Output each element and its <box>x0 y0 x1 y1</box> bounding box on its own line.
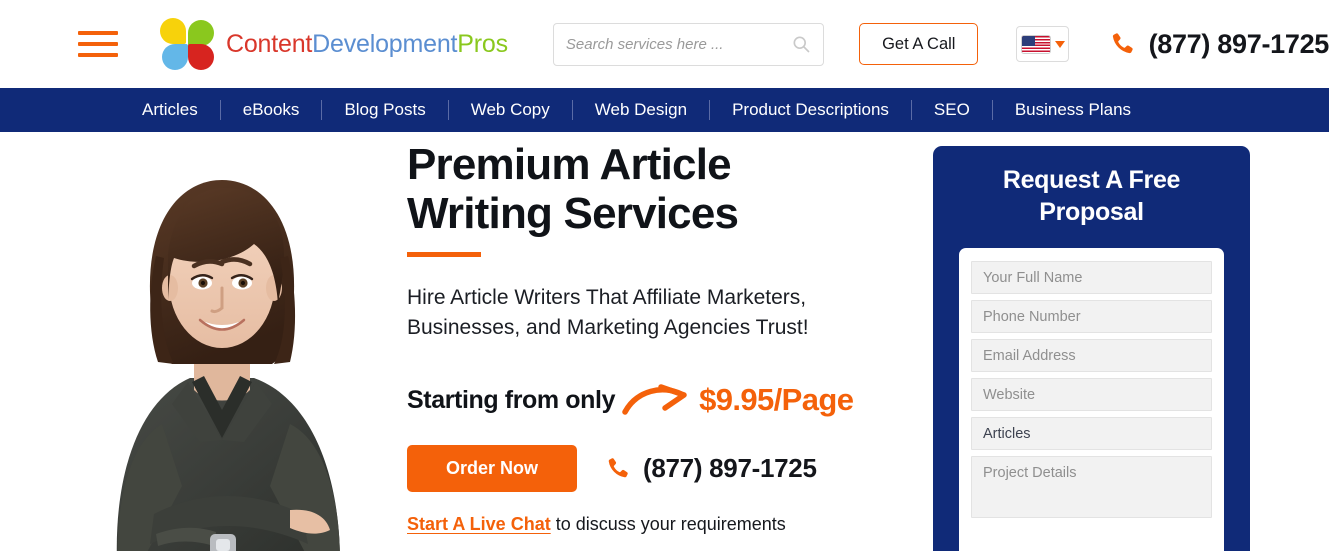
hero-phone-number: (877) 897-1725 <box>643 453 817 483</box>
live-chat-rest-text: to discuss your requirements <box>550 514 786 534</box>
headline-line-1: Premium Article <box>407 140 732 189</box>
brand-word-pros: Pros <box>457 29 508 58</box>
brand-word-content: Content <box>226 29 313 58</box>
hamburger-bar <box>78 31 118 35</box>
logo-petal-red <box>188 44 214 70</box>
flag-canton <box>1021 35 1035 46</box>
service-type-select[interactable]: Articles <box>971 417 1212 450</box>
logo-petal-blue <box>162 44 188 70</box>
hero-subheading: Hire Article Writers That Affiliate Mark… <box>407 283 927 343</box>
panel-title: Request A Free Proposal <box>959 164 1224 228</box>
full-name-field[interactable]: Your Full Name <box>971 261 1212 294</box>
order-now-button[interactable]: Order Now <box>407 445 577 492</box>
search-box[interactable] <box>552 22 825 66</box>
proposal-form: Your Full Name Phone Number Email Addres… <box>959 248 1224 551</box>
pricing-row: Starting from only $9.95/Page <box>407 381 927 419</box>
nav-item-seo[interactable]: SEO <box>912 100 992 120</box>
nav-item-business-plans[interactable]: Business Plans <box>993 100 1153 120</box>
chevron-down-icon[interactable] <box>1054 40 1065 48</box>
panel-title-line-1: Request A Free <box>1002 166 1181 194</box>
search-icon[interactable] <box>791 34 811 54</box>
panel-title-line-2: Proposal <box>1039 198 1144 226</box>
header-phone-number: (877) 897-1725 <box>1148 28 1329 59</box>
request-proposal-panel: Request A Free Proposal Your Full Name P… <box>933 146 1250 551</box>
language-flag-selector[interactable] <box>1016 26 1069 62</box>
brand-wordmark: ContentDevelopmentPros <box>226 30 508 59</box>
phone-icon <box>1112 33 1133 54</box>
main-navigation: Articles eBooks Blog Posts Web Copy Web … <box>0 88 1329 132</box>
nav-item-product-descriptions[interactable]: Product Descriptions <box>710 100 911 120</box>
hamburger-bar <box>78 53 118 57</box>
subhead-line-2: Businesses, and Marketing Agencies Trust… <box>407 316 809 339</box>
hero-copy: Premium Article Writing Services Hire Ar… <box>407 140 927 535</box>
logo-petal-green <box>188 20 214 46</box>
project-details-textarea[interactable]: Project Details <box>971 456 1212 518</box>
phone-number-field[interactable]: Phone Number <box>971 300 1212 333</box>
subhead-line-1: Hire Article Writers That Affiliate Mark… <box>407 286 807 309</box>
site-header: ContentDevelopmentPros Get A Call (877) … <box>0 0 1329 88</box>
businesswoman-photo <box>116 180 340 551</box>
hamburger-bar <box>78 42 118 46</box>
website-field[interactable]: Website <box>971 378 1212 411</box>
page-title: Premium Article Writing Services <box>407 140 927 238</box>
curved-arrow-right-icon <box>622 384 687 415</box>
us-flag-icon <box>1020 34 1051 54</box>
four-petal-flower-logo-icon <box>160 18 216 70</box>
headline-accent-rule <box>407 252 481 257</box>
nav-item-articles[interactable]: Articles <box>120 100 220 120</box>
hero-section: Premium Article Writing Services Hire Ar… <box>0 132 1329 551</box>
live-chat-row: Start A Live Chat to discuss your requir… <box>407 514 927 535</box>
nav-item-web-copy[interactable]: Web Copy <box>449 100 572 120</box>
header-phone-link[interactable]: (877) 897-1725 <box>1109 29 1329 60</box>
start-live-chat-link[interactable]: Start A Live Chat <box>407 514 551 534</box>
search-input[interactable] <box>565 35 792 53</box>
headline-line-2: Writing Services <box>407 189 739 238</box>
get-a-call-button[interactable]: Get A Call <box>859 23 979 65</box>
price-label: Starting from only <box>407 385 616 414</box>
hamburger-menu-icon[interactable] <box>78 31 118 57</box>
nav-item-web-design[interactable]: Web Design <box>573 100 709 120</box>
hero-phone-link[interactable]: (877) 897-1725 <box>605 453 817 484</box>
nav-item-ebooks[interactable]: eBooks <box>221 100 322 120</box>
price-value: $9.95/Page <box>699 382 854 417</box>
email-address-field[interactable]: Email Address <box>971 339 1212 372</box>
nav-item-blog-posts[interactable]: Blog Posts <box>322 100 447 120</box>
cta-row: Order Now (877) 897-1725 <box>407 445 927 492</box>
phone-icon <box>608 458 628 478</box>
brand-logo[interactable]: ContentDevelopmentPros <box>160 18 508 70</box>
brand-word-development: Development <box>312 29 458 58</box>
logo-petal-yellow <box>160 18 186 44</box>
